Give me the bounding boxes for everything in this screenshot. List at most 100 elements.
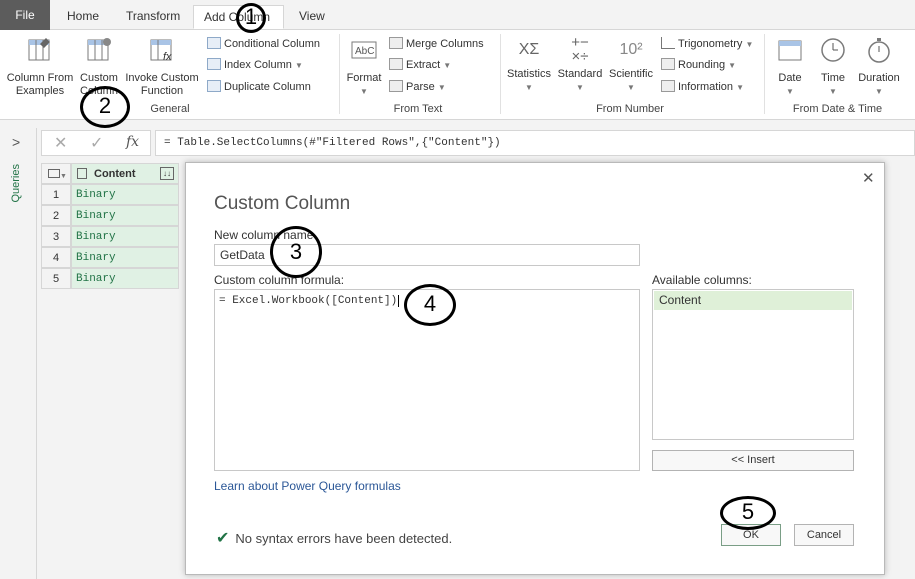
annotation-number: 2 [98,93,112,118]
format-button[interactable]: AbC Format ▼ [344,36,384,98]
standard-dropdown-icon: ▼ [576,83,584,92]
information-label: Information [678,81,734,93]
ribbon-separator [764,34,765,114]
duplicate-column-label: Duplicate Column [224,81,311,93]
parse-icon [389,80,403,92]
tab-home[interactable]: Home [57,5,109,29]
statistics-icon: XΣ [518,41,540,58]
duration-button[interactable]: Duration ▼ [854,36,904,98]
tab-transform[interactable]: Transform [116,5,190,29]
syntax-status: ✔ No syntax errors have been detected. [216,528,452,548]
table-cell-binary[interactable]: Binary [71,184,179,205]
group-label-general: General [150,103,190,115]
annotation-number: 1 [244,4,258,29]
formula-input[interactable]: = Table.SelectColumns(#"Filtered Rows",{… [155,130,915,156]
learn-formulas-link[interactable]: Learn about Power Query formulas [214,479,401,493]
row-number: 3 [41,226,71,247]
statistics-dropdown-icon: ▼ [525,83,533,92]
parse-button[interactable]: Parse ▼ [389,78,446,96]
group-label-from-date-time: From Date & Time [792,103,883,115]
close-icon[interactable]: ✕ [862,169,875,187]
extract-label: Extract [406,59,441,71]
column-from-examples-icon [28,38,50,61]
date-dropdown-icon: ▼ [786,87,794,96]
trigonometry-dropdown-icon: ▼ [745,40,754,49]
tab-view[interactable]: View [289,5,335,29]
annotation-number: 5 [741,499,755,524]
duplicate-column-icon [207,80,221,92]
trigonometry-button[interactable]: Trigonometry ▼ [661,35,753,53]
ribbon-separator [339,34,340,114]
trigonometry-label: Trigonometry [678,38,743,50]
standard-label: Standard [557,68,603,80]
index-column-button[interactable]: Index Column ▼ [207,56,303,74]
svg-text:fx: fx [163,51,172,63]
ribbon-tab-bar: File Home Transform Add Column View [0,0,915,30]
dialog-title: Custom Column [214,193,351,214]
invoke-function-icon: fx [150,39,172,63]
queries-label: Queries [10,164,22,203]
index-column-dropdown-icon: ▼ [294,61,303,70]
index-column-label: Index Column [224,59,292,71]
statistics-button[interactable]: XΣ Statistics ▼ [504,36,554,94]
expand-queries-chevron-icon[interactable]: > [12,134,20,150]
table-menu-dropdown-icon: ▼ [60,173,67,180]
column-type-icon [77,168,87,179]
table-cell-binary[interactable]: Binary [71,268,179,289]
cancel-formula-icon[interactable]: ✕ [54,133,67,153]
table-cell-binary[interactable]: Binary [71,247,179,268]
table-cell-binary[interactable]: Binary [71,226,179,247]
column-header-content[interactable]: Content ↓↓ [71,163,179,184]
tab-file[interactable]: File [0,0,50,30]
extract-icon [389,58,403,70]
format-icon: AbC [351,41,377,59]
time-button[interactable]: Time ▼ [814,36,852,98]
duration-label: Duration [858,72,900,84]
ribbon-separator [500,34,501,114]
rounding-icon [661,58,675,70]
table-icon [48,169,60,178]
invoke-custom-function-label: Invoke Custom Function [125,72,199,97]
column-from-examples-label: Column From Examples [6,72,74,97]
rounding-dropdown-icon: ▼ [728,61,737,70]
date-label: Date [778,72,802,84]
formula-text: = Excel.Workbook([Content]) [219,295,398,307]
extract-button[interactable]: Extract ▼ [389,56,451,74]
duplicate-column-button[interactable]: Duplicate Column [207,78,311,96]
row-number: 2 [41,205,71,226]
standard-icon: +− ×÷ [571,34,589,65]
conditional-column-button[interactable]: Conditional Column [207,35,320,53]
table-menu-button[interactable]: ▼ [41,163,71,184]
information-button[interactable]: Information ▼ [661,78,744,96]
custom-column-icon [87,38,111,61]
invoke-custom-function-button[interactable]: fx Invoke Custom Function [122,36,202,98]
format-dropdown-icon: ▼ [360,87,368,96]
svg-text:AbC: AbC [355,46,374,57]
index-column-icon [207,58,221,70]
scientific-dropdown-icon: ▼ [627,83,635,92]
fx-icon[interactable]: fx [126,134,139,150]
merge-columns-button[interactable]: Merge Columns [389,35,484,53]
table-cell-binary[interactable]: Binary [71,205,179,226]
available-column-item[interactable]: Content [654,291,852,310]
date-button[interactable]: Date ▼ [770,36,810,98]
row-number: 4 [41,247,71,268]
formula-bar: ✕ ✓ fx = Table.SelectColumns(#"Filtered … [41,130,915,156]
annotation-number: 4 [423,291,437,316]
standard-button[interactable]: +− ×÷ Standard ▼ [555,34,605,94]
commit-formula-icon[interactable]: ✓ [90,133,103,153]
scientific-icon: 10² [619,41,643,58]
cancel-button[interactable]: Cancel [794,524,854,546]
formula-bar-buttons: ✕ ✓ fx [41,130,151,156]
annotation-number: 3 [289,239,303,264]
column-from-examples-button[interactable]: Column From Examples [4,36,76,98]
scientific-button[interactable]: 10² Scientific ▼ [606,36,656,94]
column-header-label: Content [94,168,136,180]
rounding-button[interactable]: Rounding ▼ [661,56,736,74]
insert-button[interactable]: << Insert [652,450,854,471]
expand-column-icon[interactable]: ↓↓ [160,167,174,180]
parse-dropdown-icon: ▼ [437,83,446,92]
extract-dropdown-icon: ▼ [443,61,452,70]
information-icon [661,80,675,92]
stopwatch-icon [868,38,890,63]
